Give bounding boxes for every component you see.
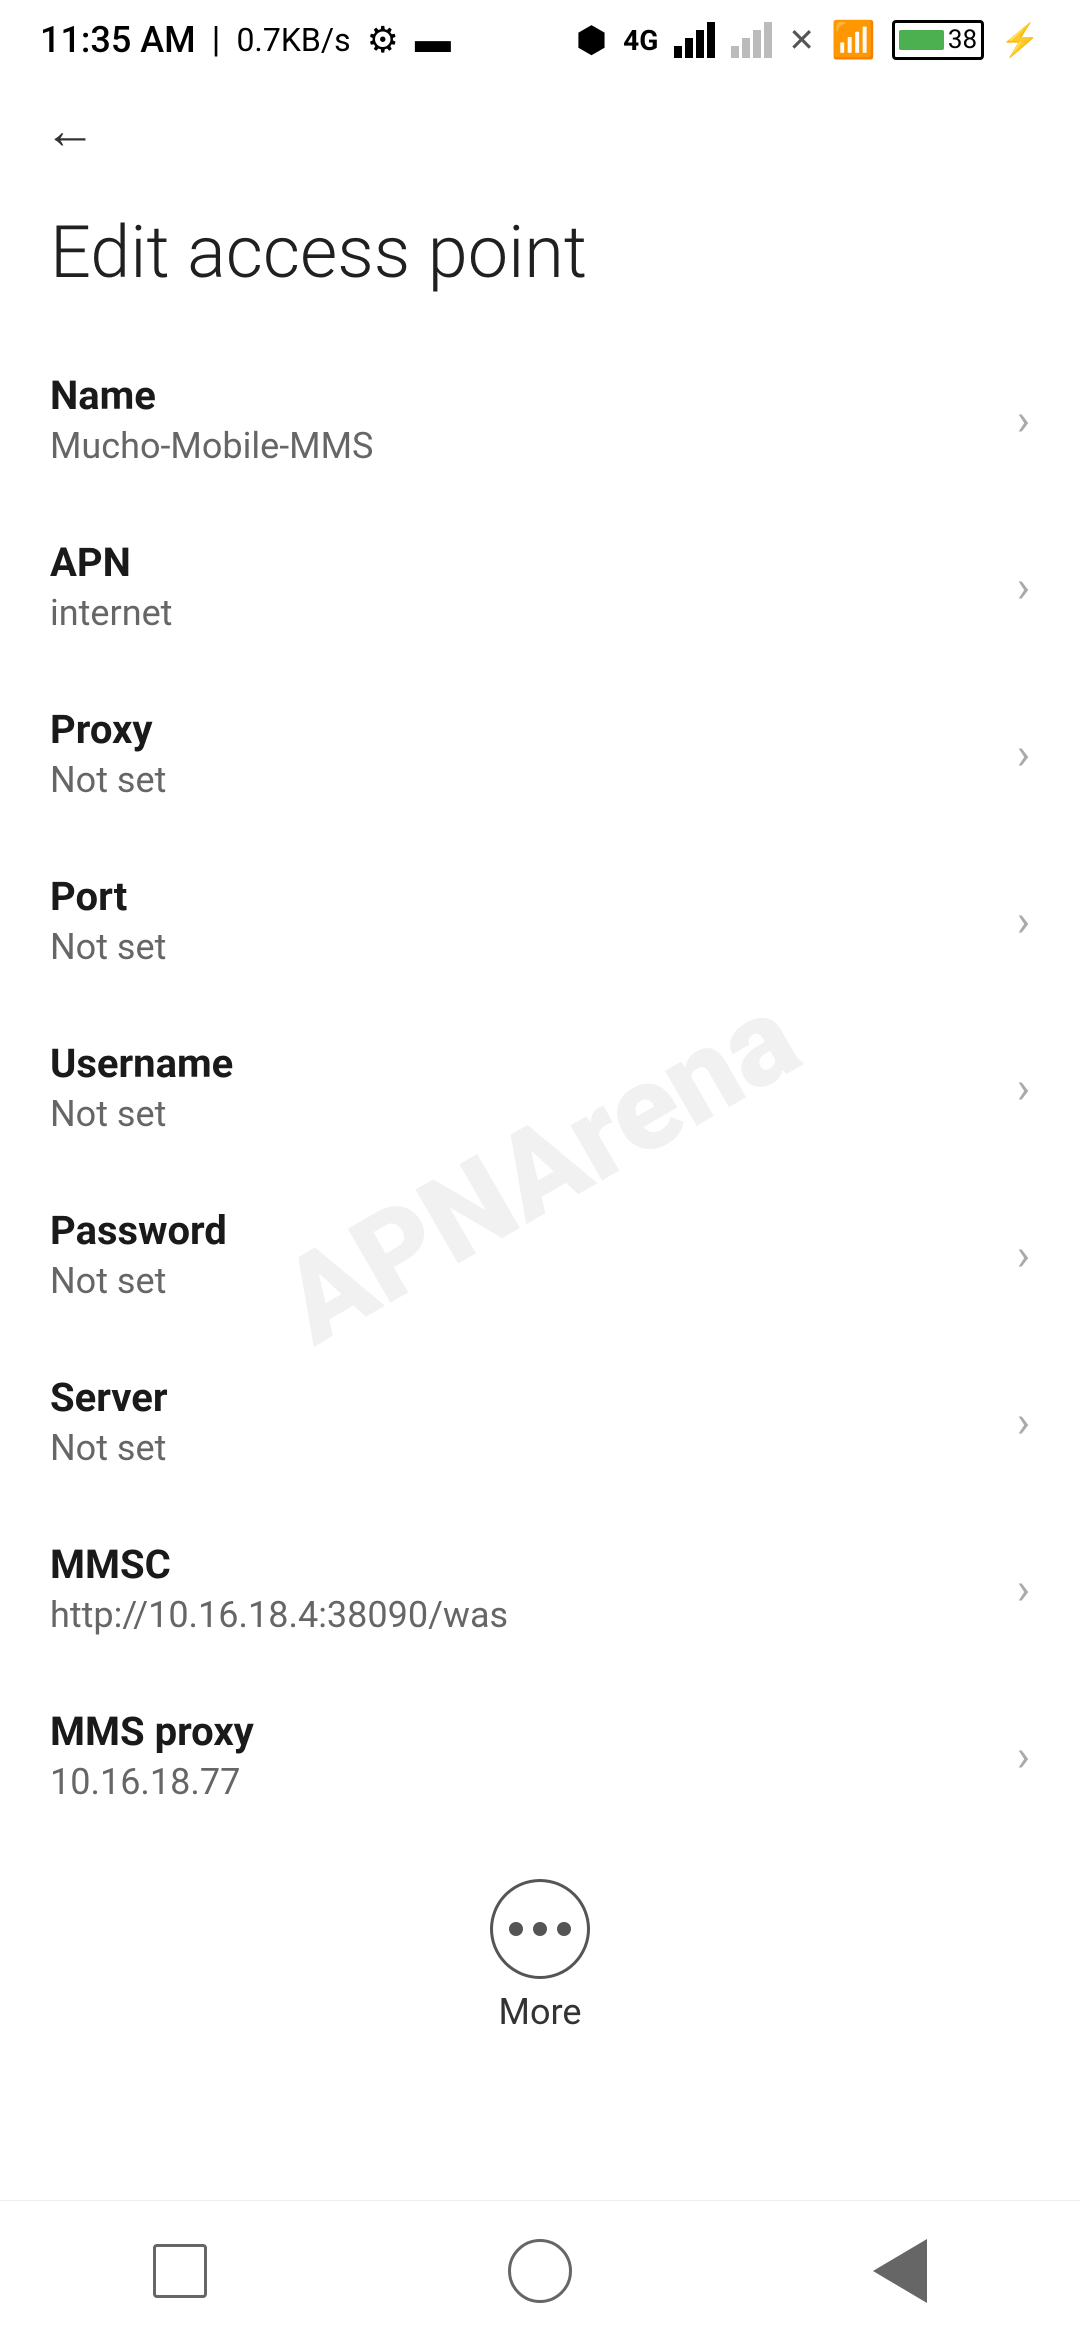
status-left: 11:35 AM | 0.7KB/s ⚙ ▬ bbox=[40, 19, 451, 61]
settings-label-mms-proxy: MMS proxy bbox=[50, 1708, 997, 1755]
status-bar: 11:35 AM | 0.7KB/s ⚙ ▬ ⬢ 4G ✕ 📶 38 ⚡ bbox=[0, 0, 1080, 80]
settings-item-server[interactable]: Server Not set › bbox=[0, 1338, 1080, 1505]
more-label: More bbox=[499, 1991, 582, 2033]
signal-4g-icon: 4G bbox=[623, 24, 658, 57]
settings-label-server: Server bbox=[50, 1374, 997, 1421]
settings-label-mmsc: MMSC bbox=[50, 1541, 997, 1588]
chevron-right-icon: › bbox=[1017, 728, 1030, 780]
settings-item-name[interactable]: Name Mucho-Mobile-MMS › bbox=[0, 336, 1080, 503]
settings-label-username: Username bbox=[50, 1040, 997, 1087]
nav-bar bbox=[0, 2200, 1080, 2340]
settings-value-server: Not set bbox=[50, 1427, 997, 1469]
nav-recents-button[interactable] bbox=[120, 2231, 240, 2311]
settings-value-apn: internet bbox=[50, 592, 997, 634]
bluetooth-icon: ⬢ bbox=[576, 19, 607, 61]
nav-home-button[interactable] bbox=[480, 2231, 600, 2311]
signal-bars-icon bbox=[674, 22, 715, 58]
chevron-right-icon: › bbox=[1017, 561, 1030, 613]
settings-item-mms-proxy[interactable]: MMS proxy 10.16.18.77 › bbox=[0, 1672, 1080, 1839]
settings-list: Name Mucho-Mobile-MMS › APN internet › P… bbox=[0, 336, 1080, 1839]
settings-item-username[interactable]: Username Not set › bbox=[0, 1004, 1080, 1171]
settings-value-username: Not set bbox=[50, 1093, 997, 1135]
status-right: ⬢ 4G ✕ 📶 38 ⚡ bbox=[576, 19, 1040, 61]
settings-value-password: Not set bbox=[50, 1260, 997, 1302]
more-button[interactable] bbox=[490, 1879, 590, 1979]
chevron-right-icon: › bbox=[1017, 394, 1030, 446]
settings-label-port: Port bbox=[50, 873, 997, 920]
settings-value-mmsc: http://10.16.18.4:38090/was bbox=[50, 1594, 997, 1636]
signal-bars-2-icon bbox=[731, 22, 772, 58]
settings-item-proxy[interactable]: Proxy Not set › bbox=[0, 670, 1080, 837]
back-icon bbox=[873, 2239, 927, 2303]
chevron-right-icon: › bbox=[1017, 1062, 1030, 1114]
more-container: More bbox=[0, 1839, 1080, 2053]
nav-back-button[interactable] bbox=[840, 2231, 960, 2311]
back-button[interactable]: ← bbox=[40, 100, 100, 160]
toolbar: ← bbox=[0, 80, 1080, 180]
chevron-right-icon: › bbox=[1017, 1730, 1030, 1782]
chevron-right-icon: › bbox=[1017, 1229, 1030, 1281]
settings-value-name: Mucho-Mobile-MMS bbox=[50, 425, 997, 467]
gear-icon: ⚙ bbox=[367, 19, 399, 61]
charging-icon: ⚡ bbox=[1000, 21, 1040, 59]
chevron-right-icon: › bbox=[1017, 895, 1030, 947]
chevron-right-icon: › bbox=[1017, 1396, 1030, 1448]
chevron-right-icon: › bbox=[1017, 1563, 1030, 1615]
page-title: Edit access point bbox=[50, 210, 1030, 296]
settings-item-apn[interactable]: APN internet › bbox=[0, 503, 1080, 670]
camera-icon: ▬ bbox=[415, 19, 451, 61]
back-arrow-icon: ← bbox=[44, 100, 96, 161]
settings-item-password[interactable]: Password Not set › bbox=[0, 1171, 1080, 1338]
status-time: 11:35 AM bbox=[40, 19, 196, 61]
settings-label-password: Password bbox=[50, 1207, 997, 1254]
settings-value-proxy: Not set bbox=[50, 759, 997, 801]
page-title-container: Edit access point bbox=[0, 180, 1080, 336]
settings-label-name: Name bbox=[50, 372, 997, 419]
settings-label-apn: APN bbox=[50, 539, 997, 586]
wifi-icon: 📶 bbox=[831, 19, 876, 61]
settings-item-mmsc[interactable]: MMSC http://10.16.18.4:38090/was › bbox=[0, 1505, 1080, 1672]
recents-icon bbox=[153, 2244, 207, 2298]
settings-value-port: Not set bbox=[50, 926, 997, 968]
home-icon bbox=[508, 2239, 572, 2303]
settings-label-proxy: Proxy bbox=[50, 706, 997, 753]
status-speed: 0.7KB/s bbox=[236, 21, 350, 59]
battery-percent: 38 bbox=[948, 25, 977, 55]
no-signal-icon: ✕ bbox=[788, 21, 815, 59]
settings-item-port[interactable]: Port Not set › bbox=[0, 837, 1080, 1004]
more-dots-icon bbox=[509, 1922, 571, 1936]
status-separator: | bbox=[212, 19, 221, 61]
settings-value-mms-proxy: 10.16.18.77 bbox=[50, 1761, 997, 1803]
battery-icon: 38 bbox=[892, 20, 984, 60]
